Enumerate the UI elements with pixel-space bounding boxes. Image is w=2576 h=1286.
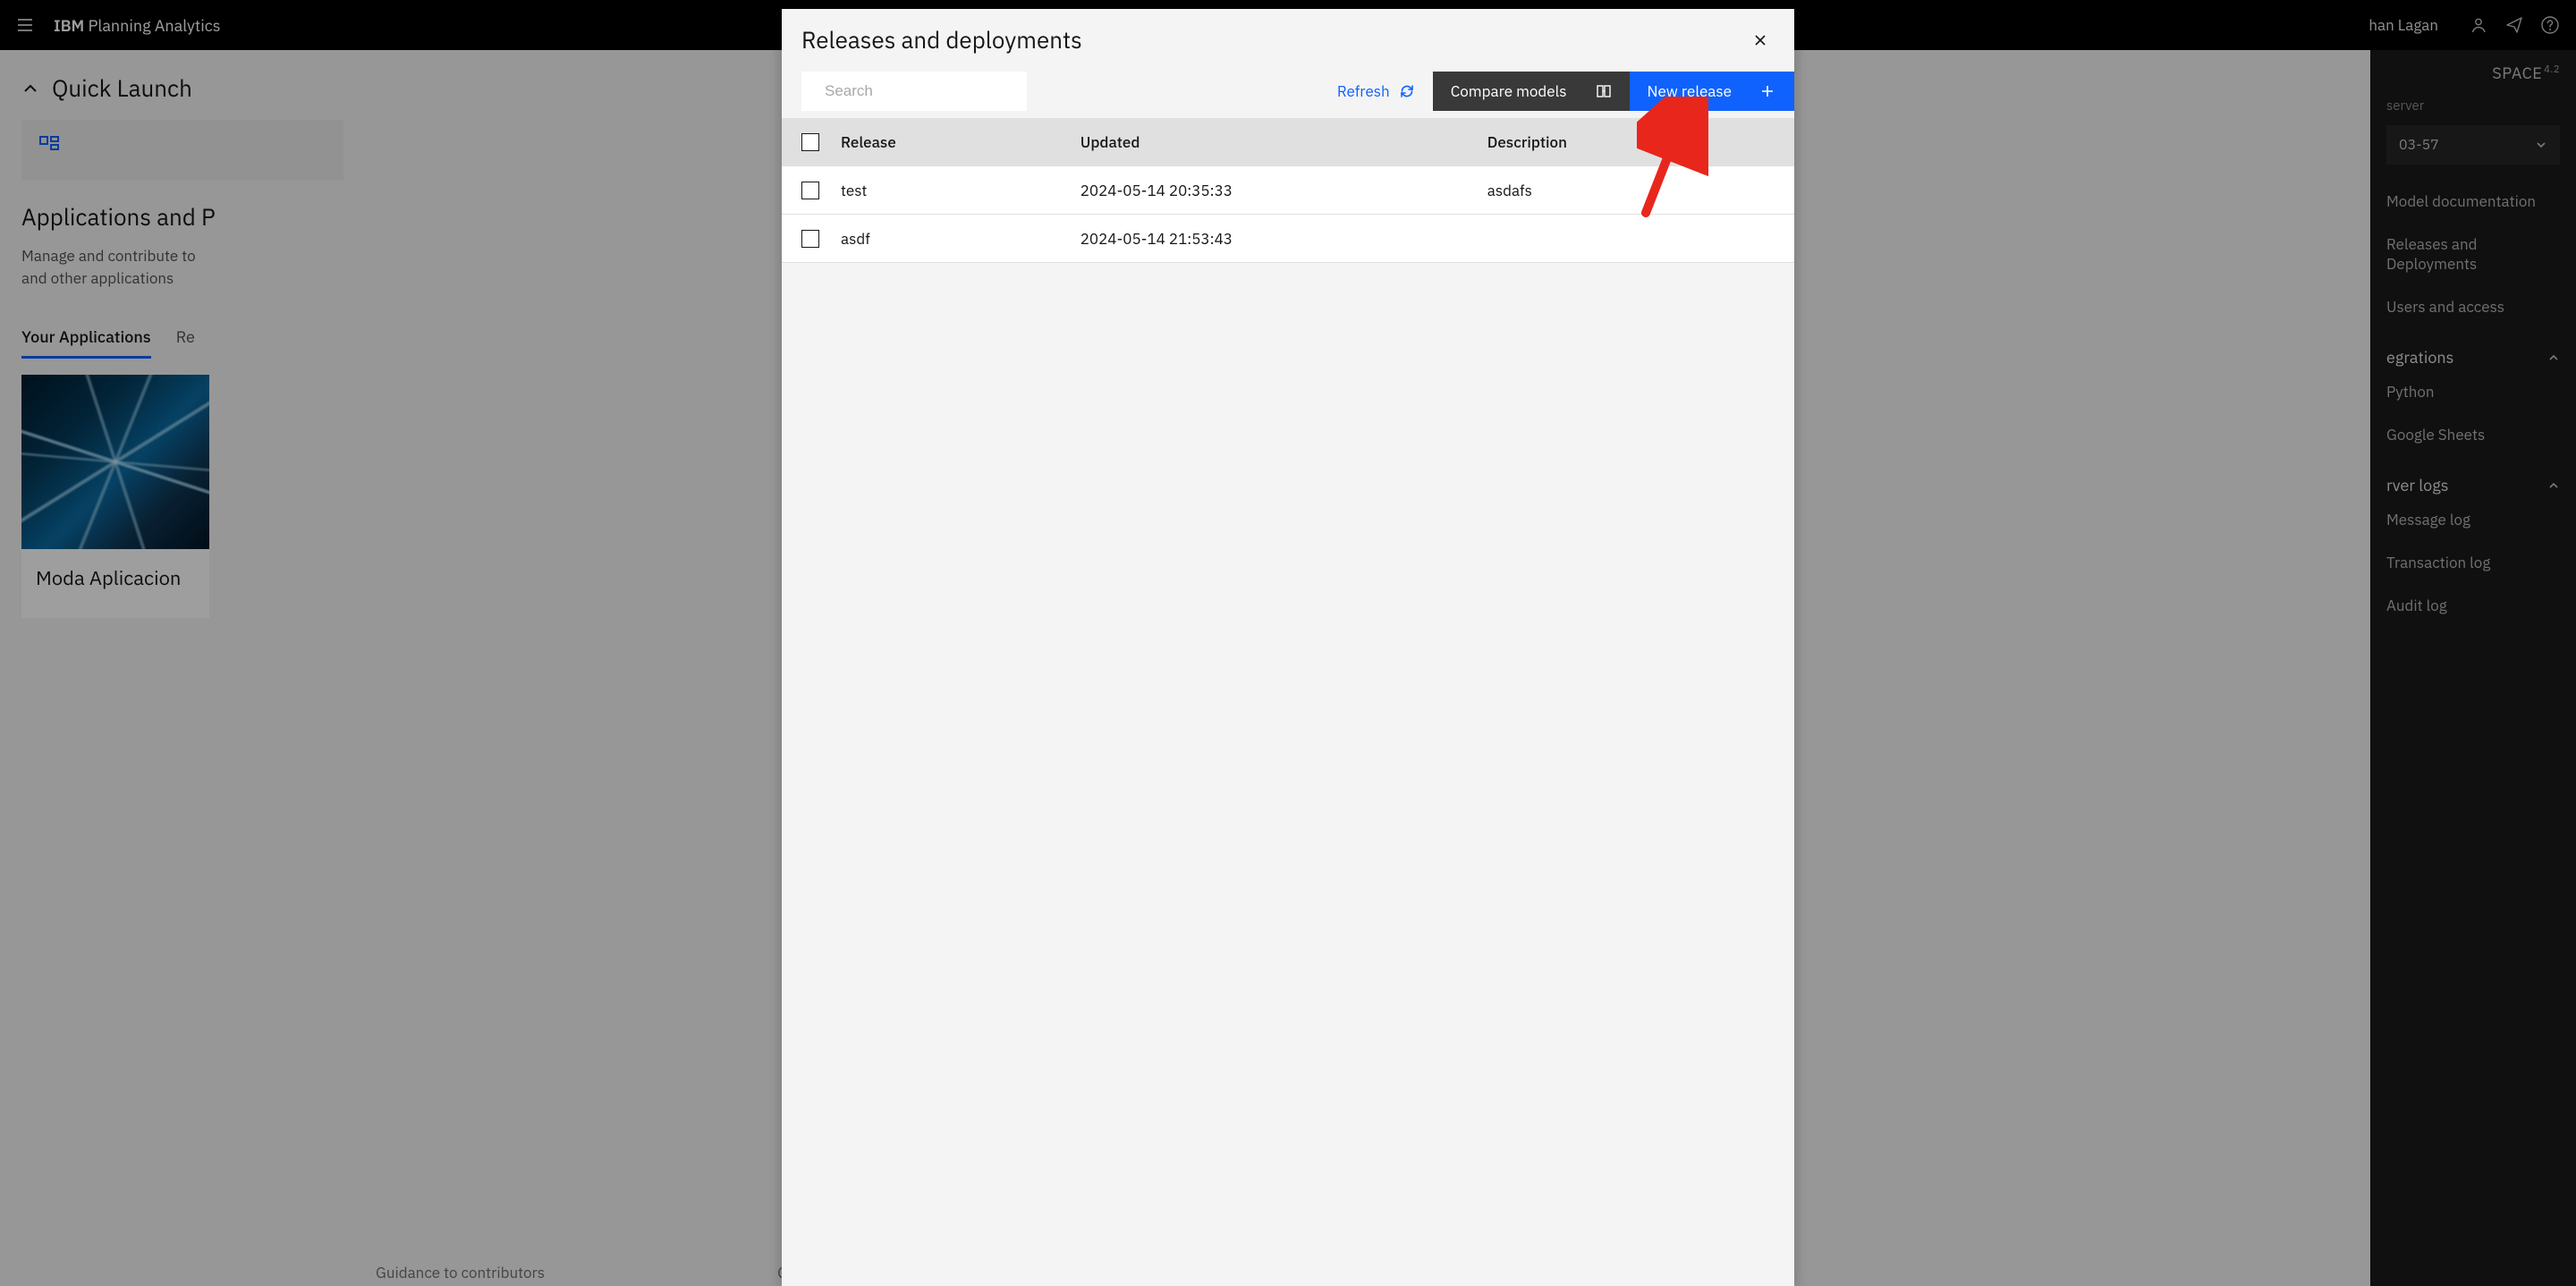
cell-release: asdf (841, 229, 1080, 249)
compare-icon (1596, 83, 1612, 99)
releases-modal: Releases and deployments Refresh Compare… (782, 9, 1794, 1286)
search-input[interactable] (825, 82, 1022, 100)
new-release-button[interactable]: New release (1630, 72, 1794, 111)
search-input-wrapper[interactable] (801, 72, 1027, 111)
row-checkbox[interactable] (801, 182, 819, 199)
compare-models-button[interactable]: Compare models (1433, 72, 1630, 111)
compare-models-label: Compare models (1451, 81, 1567, 101)
table-row[interactable]: asdf 2024-05-14 21:53:43 (782, 215, 1794, 263)
cell-updated: 2024-05-14 21:53:43 (1080, 229, 1487, 249)
col-description: Description (1487, 132, 1775, 152)
col-release: Release (841, 132, 1080, 152)
plus-icon (1760, 84, 1775, 98)
cell-description: asdafs (1487, 181, 1775, 200)
row-checkbox[interactable] (801, 230, 819, 248)
table-header: Release Updated Description (782, 118, 1794, 166)
new-release-label: New release (1648, 81, 1732, 101)
refresh-icon (1399, 83, 1415, 99)
modal-title: Releases and deployments (801, 25, 1082, 55)
close-icon (1753, 33, 1767, 47)
cell-updated: 2024-05-14 20:35:33 (1080, 181, 1487, 200)
releases-table: Release Updated Description test 2024-05… (782, 118, 1794, 263)
col-updated: Updated (1080, 132, 1487, 152)
close-button[interactable] (1746, 26, 1775, 55)
table-row[interactable]: test 2024-05-14 20:35:33 asdafs (782, 166, 1794, 215)
cell-release: test (841, 181, 1080, 200)
select-all-checkbox[interactable] (801, 133, 819, 151)
refresh-button[interactable]: Refresh (1319, 72, 1433, 111)
refresh-label: Refresh (1337, 81, 1390, 101)
